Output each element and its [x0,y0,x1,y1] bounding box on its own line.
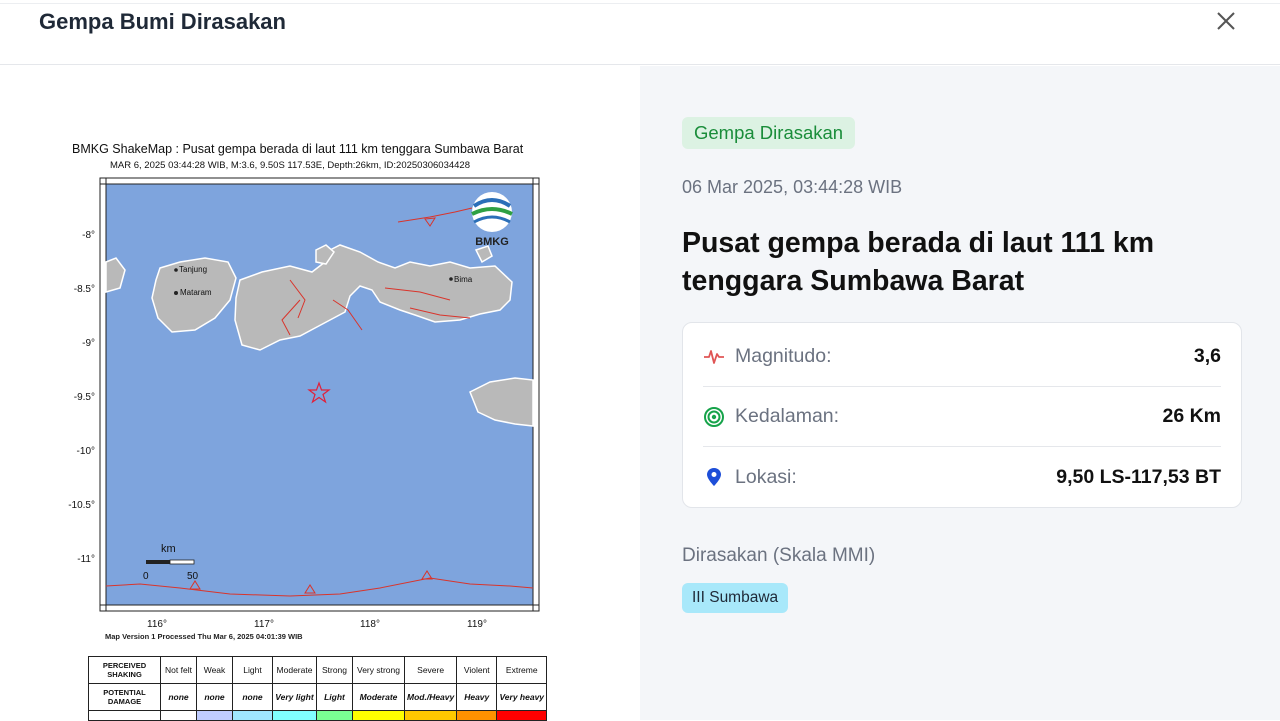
map-x-tick: 118° [360,619,380,630]
scale-label: 0 [143,571,149,582]
depth-row: Kedalaman: 26 Km [703,387,1221,447]
mmi-legend-table: PERCEIVED SHAKING Not felt Weak Light Modera… [88,656,548,721]
legend-color-cell [232,710,273,721]
legend-shaking-cell: Strong [316,656,353,684]
event-headline: Pusat gempa berada di laut 111 km tengga… [682,227,1155,297]
legend-shaking-cell: Violent [456,656,498,684]
legend-damage-cell: Moderate [352,683,405,711]
legend-shaking-cell: Very strong [352,656,405,684]
legend-shaking-cell: Moderate [272,656,317,684]
place-label: Bima [454,275,473,284]
map-x-tick: 119° [467,619,487,630]
location-label: Lokasi: [735,465,797,488]
legend-color-cell [352,710,405,721]
map-y-tick: -9.5° [74,392,95,403]
map-sea [106,184,533,605]
legend-shaking-cell: Light [232,656,273,684]
location-row: Lokasi: 9,50 LS-117,53 BT [703,447,1221,507]
legend-color-cell [316,710,353,721]
mmi-label: Dirasakan (Skala MMI) [682,545,876,566]
legend-row-head [88,710,161,721]
legend-color-cell [456,710,498,721]
legend-shaking-cell: Severe [403,656,458,684]
depth-label: Kedalaman: [735,405,840,427]
legend-damage-cell: none [232,683,273,711]
close-button[interactable] [1210,6,1242,38]
scale-unit: km [161,543,176,555]
legend-color-cell [272,710,317,721]
location-value: 9,50 LS-117,53 BT [1056,465,1221,488]
perceived-shaking-row: PERCEIVED SHAKING Not felt Weak Light Modera… [88,656,548,684]
map-x-tick: 117° [254,619,274,630]
potential-damage-row: POTENTIAL DAMAGE none none none Very light Li… [88,683,548,711]
legend-color-cell [403,710,458,721]
legend-row-head: PERCEIVED SHAKING [88,656,161,684]
event-info-card: Magnitudo: 3,6 Kedalaman: 26 Km Lokasi: … [682,322,1242,508]
felt-badge: Gempa Dirasakan [682,117,856,149]
place-label: Tanjung [179,265,207,274]
map-y-tick: -11° [77,554,95,565]
activity-pulse-icon [704,349,724,364]
legend-shaking-cell: Not felt [160,656,197,684]
bmkg-logo-text: BMKG [475,236,509,248]
legend-damage-cell: Mod./Heavy [403,683,458,711]
map-y-tick: -8.5° [74,284,95,295]
place-label: Mataram [180,288,212,297]
legend-row-head: POTENTIAL DAMAGE [88,683,161,711]
legend-color-cell [496,710,548,721]
map-x-tick: 116° [147,619,167,630]
legend-damage-cell: Light [316,683,353,711]
legend-damage-cell: Very light [272,683,317,711]
target-rings-icon [704,406,724,427]
legend-damage-cell: Very heavy [496,683,548,711]
map-y-tick: -9° [82,338,95,349]
magnitude-row: Magnitudo: 3,6 [703,327,1221,387]
map-footer: Map Version 1 Processed Thu Mar 6, 2025 … [105,632,303,641]
legend-damage-cell: none [196,683,233,711]
map-y-tick: -10° [77,446,95,457]
legend-damage-cell: Heavy [456,683,498,711]
bmkg-logo: BMKG [471,192,513,248]
legend-shaking-cell: Extreme [496,656,548,684]
legend-color-row [88,710,548,721]
legend-color-cell [196,710,233,721]
mmi-badge: III Sumbawa [682,583,789,613]
legend-shaking-cell: Weak [196,656,233,684]
event-datetime: 06 Mar 2025, 03:44:28 WIB [682,177,903,197]
shakemap-image[interactable]: BMKG Tanjung Mataram Bima km 0 50 -8° -8.… [0,0,640,720]
magnitude-label: Magnitudo: [735,345,832,367]
scale-label: 50 [187,571,199,582]
map-pin-icon [707,468,721,486]
close-icon [1217,12,1235,30]
legend-damage-cell: none [160,683,197,711]
magnitude-value: 3,6 [1193,345,1221,367]
legend-color-cell [160,710,197,721]
depth-value: 26 Km [1162,405,1221,427]
map-y-tick: -8° [82,230,95,241]
map-y-tick: -10.5° [68,500,95,511]
